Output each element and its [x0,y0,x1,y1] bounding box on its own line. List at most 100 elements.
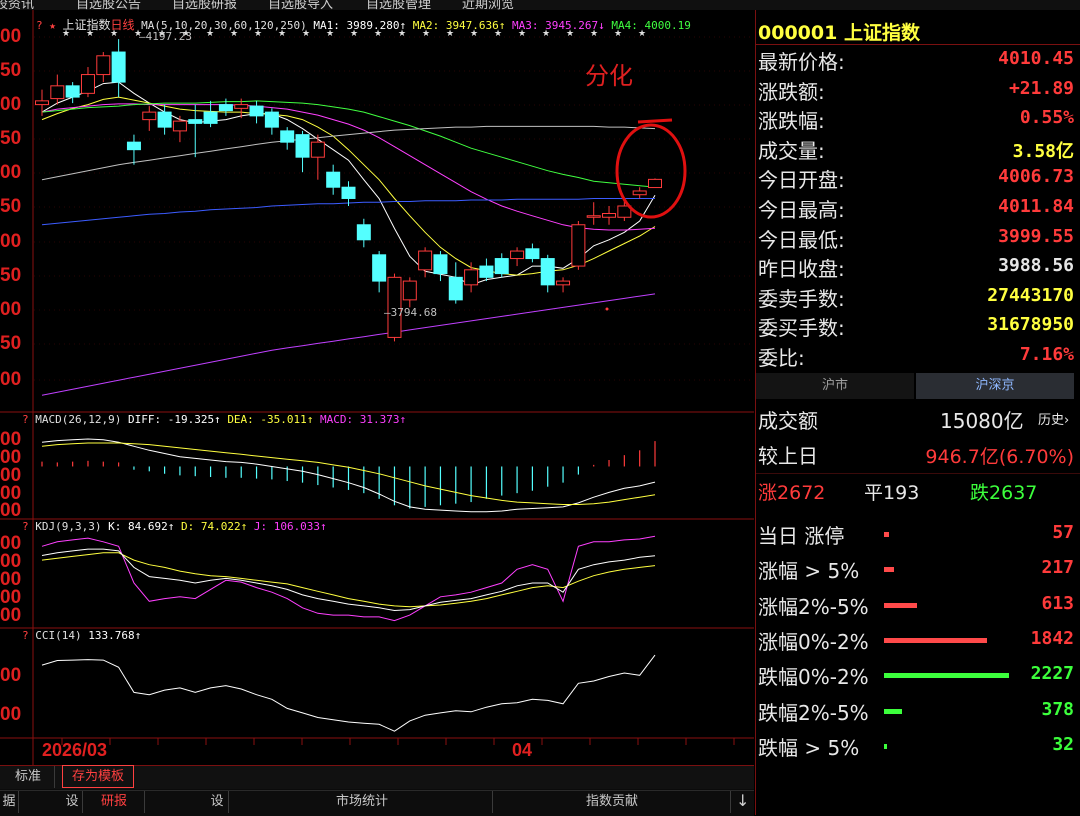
candle-body [218,104,233,112]
menu-item-reports[interactable]: 自选股研报 [172,0,237,10]
flat-count: 平193 [864,482,920,504]
quote-label: 昨日收盘: [758,257,845,282]
distribution-label: 跌幅 > 5% [758,735,860,760]
cci-value: 133.768↑ [88,629,142,642]
market-stats-tab[interactable]: 市场统计 [232,791,493,813]
candle-body [372,254,387,282]
save-template-button[interactable]: 存为模板 [62,765,134,788]
history-link[interactable]: 历史› [1038,409,1069,428]
quote-value: 31678950 [987,314,1074,336]
macd-legend: ? MACD(26,12,9) DIFF: -19.325↑ DEA: -35.… [22,413,406,426]
price-axis-tick: 00 [0,162,22,183]
turnover-row: 成交额 15080亿 历史› [756,405,1074,435]
high-annotation: —4197.23 [139,30,192,43]
quote-value: 4010.45 [998,48,1074,69]
quote-label: 今日最高: [758,198,845,222]
turnover-label: 成交额 [758,409,818,433]
legend-ma1: MA1: 3989.280↑ [313,19,407,32]
distribution-value: 1842 [1030,627,1074,649]
kline-chart[interactable]: ★ ★ ★ ★ ★ ★ ★ ★ ★ ★ ★ ★ ★ ★ ★ ★ ★ ★ ★ ★ ★ ★ ★ ★ ★ [0,10,754,765]
quote-label: 今日最低: [758,227,845,252]
distribution-value: 378 [1041,698,1074,720]
quote-row: 最新价格: 4010.45 [756,46,1074,76]
quote-row: 委比: 7.16% [756,342,1074,372]
tab-standard[interactable]: 标准 [2,766,55,788]
vs-prev-label: 较上日 [758,444,818,468]
menu-item-recent[interactable]: 近期浏览 [462,0,514,10]
distribution-value: 32 [1052,733,1074,755]
candle-body [540,258,555,286]
price-axis-tick: 00 [0,26,22,47]
distribution-label: 涨幅 > 5% [758,559,860,584]
candle-body [142,111,157,121]
cci-q-mark[interactable]: ? [22,629,29,642]
quote-row: 委卖手数: 27443170 [756,283,1074,313]
tab-sh-sz-bj[interactable]: 沪深京 [916,373,1074,399]
legend-ma2: MA2: 3947.636↑ [412,19,506,32]
menu-item-announcements[interactable]: 自选股公告 [76,0,141,10]
quote-row: 涨跌幅: 0.55% [756,105,1074,135]
candle-body [188,119,203,124]
cci-name: CCI(14) [35,629,82,642]
price-axis-tick: 50 [0,60,22,81]
macd-q-mark[interactable]: ? [22,413,29,426]
price-axis-tick: 50 [0,265,22,286]
menu-item-news[interactable]: 选股资讯 [0,0,34,10]
candle-body [433,254,448,275]
distribution-label: 跌幅2%-5% [758,700,869,725]
divider [756,473,1080,474]
bottom-settings-button-1[interactable]: 设 [62,791,83,813]
kdj-q-mark[interactable]: ? [22,520,29,533]
index-code: 000001 [758,22,838,44]
candle-body [310,141,325,158]
quote-value: 4006.73 [998,166,1074,188]
chevron-right-icon: › [1064,413,1070,428]
quote-row: 昨日收盘: 3988.56 [756,253,1074,283]
distribution-row: 跌幅 > 5% 32 [756,732,1074,762]
legend-ma4: MA4: 4000.19 [611,19,691,32]
quote-label: 委卖手数: [758,286,845,311]
distribution-label: 当日 涨停 [758,524,845,548]
vs-prev-row: 较上日 946.7亿(6.70%) [756,440,1074,470]
cci-line [41,654,656,732]
candle-body [157,111,172,128]
price-axis-tick: 50 [0,333,22,354]
kline-chart-area[interactable]: ★ ★ ★ ★ ★ ★ ★ ★ ★ ★ ★ ★ ★ ★ ★ ★ ★ ★ ★ ★ ★ ★ ★ ★ ★ ? ★ 上证指数日线 MA(… [0,10,754,765]
handwritten-note: 分化 [585,62,633,90]
price-axis-tick: 00 [0,299,22,320]
bottom-research-button[interactable]: 研报 [84,791,145,813]
index-contribution-tab[interactable]: 指数贡献 [494,791,731,813]
macd-value: MACD: 31.373↑ [320,413,407,426]
quote-value: +21.89 [1008,77,1074,99]
ma-line-ma3 [41,103,656,231]
price-axis-tick: 50 [0,128,22,149]
distribution-value: 2227 [1030,663,1074,685]
kdj-d-line [41,552,656,608]
candle-body [35,100,49,106]
menu-item-manage[interactable]: 自选股管理 [366,0,431,10]
quote-value: 3988.56 [998,255,1074,277]
quote-label: 最新价格: [758,50,845,74]
candle-body [356,224,371,241]
legend-index-name: 上证指数 [62,18,111,32]
kdj-legend: ? KDJ(9,3,3) K: 84.692↑ D: 74.022↑ J: 10… [22,520,327,533]
candle-body [448,276,463,301]
quote-label: 委比: [758,346,805,370]
menu-item-import[interactable]: 自选股导入 [268,0,333,10]
distribution-row: 涨幅2%-5% 613 [756,591,1074,621]
bottom-settings-button-2[interactable]: 设 [206,791,229,813]
candle-body [326,171,341,188]
bottom-data-button[interactable]: 据 [0,791,19,813]
distribution-value: 613 [1041,592,1074,614]
candle-body [203,111,218,124]
tab-sh-market[interactable]: 沪市 [756,373,914,399]
arrow-down-icon[interactable]: ↓ [736,791,749,810]
highlight-stroke [637,118,673,124]
candle-body [556,280,571,286]
cci-legend: ? CCI(14) 133.768↑ [22,629,141,642]
quote-value: 3.58亿 [1012,140,1074,162]
candle-body [571,224,586,267]
quote-row: 委买手数: 31678950 [756,312,1074,342]
price-axis-tick: 00 [0,94,22,115]
x-label-start: 2026/03 [42,740,108,760]
